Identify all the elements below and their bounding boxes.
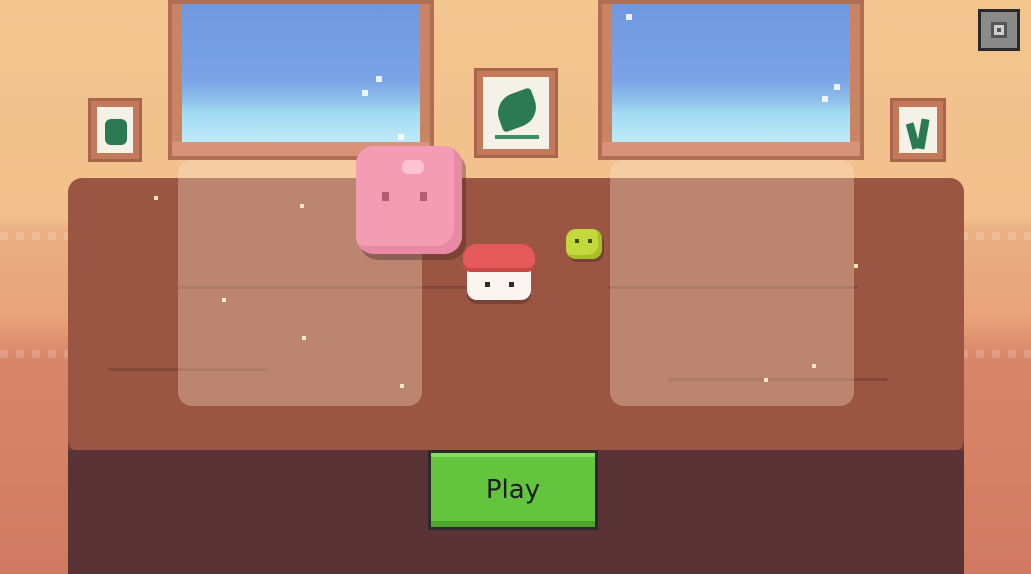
eye: [420, 192, 427, 201]
window-shine: [834, 84, 840, 90]
play-button[interactable]: Play: [428, 450, 598, 530]
leaf-icon: [105, 119, 127, 145]
eye: [509, 282, 514, 287]
gear-hole: [997, 28, 1001, 32]
eye: [575, 239, 579, 243]
grass-frame-right: [890, 98, 946, 162]
window-right: [598, 0, 864, 160]
eye: [382, 192, 389, 201]
window-shine: [376, 76, 382, 82]
eye: [588, 239, 592, 243]
window-shine: [626, 14, 632, 20]
sushi-fish: [463, 244, 535, 272]
leaf-stem-icon: [495, 135, 539, 139]
eye: [485, 282, 490, 287]
pink-mochi-blob: [356, 146, 462, 254]
settings-button[interactable]: [978, 9, 1020, 51]
window-left: [168, 0, 434, 160]
leaf-frame-left: [88, 98, 142, 162]
leaf-frame-center: [474, 68, 558, 158]
window-light-right: [610, 160, 854, 406]
window-shine: [362, 90, 368, 96]
wasabi-blob: [566, 229, 602, 259]
highlight: [402, 160, 424, 174]
play-button-label: Play: [485, 475, 541, 505]
window-shine: [822, 96, 828, 102]
salmon-sushi: [463, 244, 535, 302]
window-shine: [398, 134, 404, 140]
